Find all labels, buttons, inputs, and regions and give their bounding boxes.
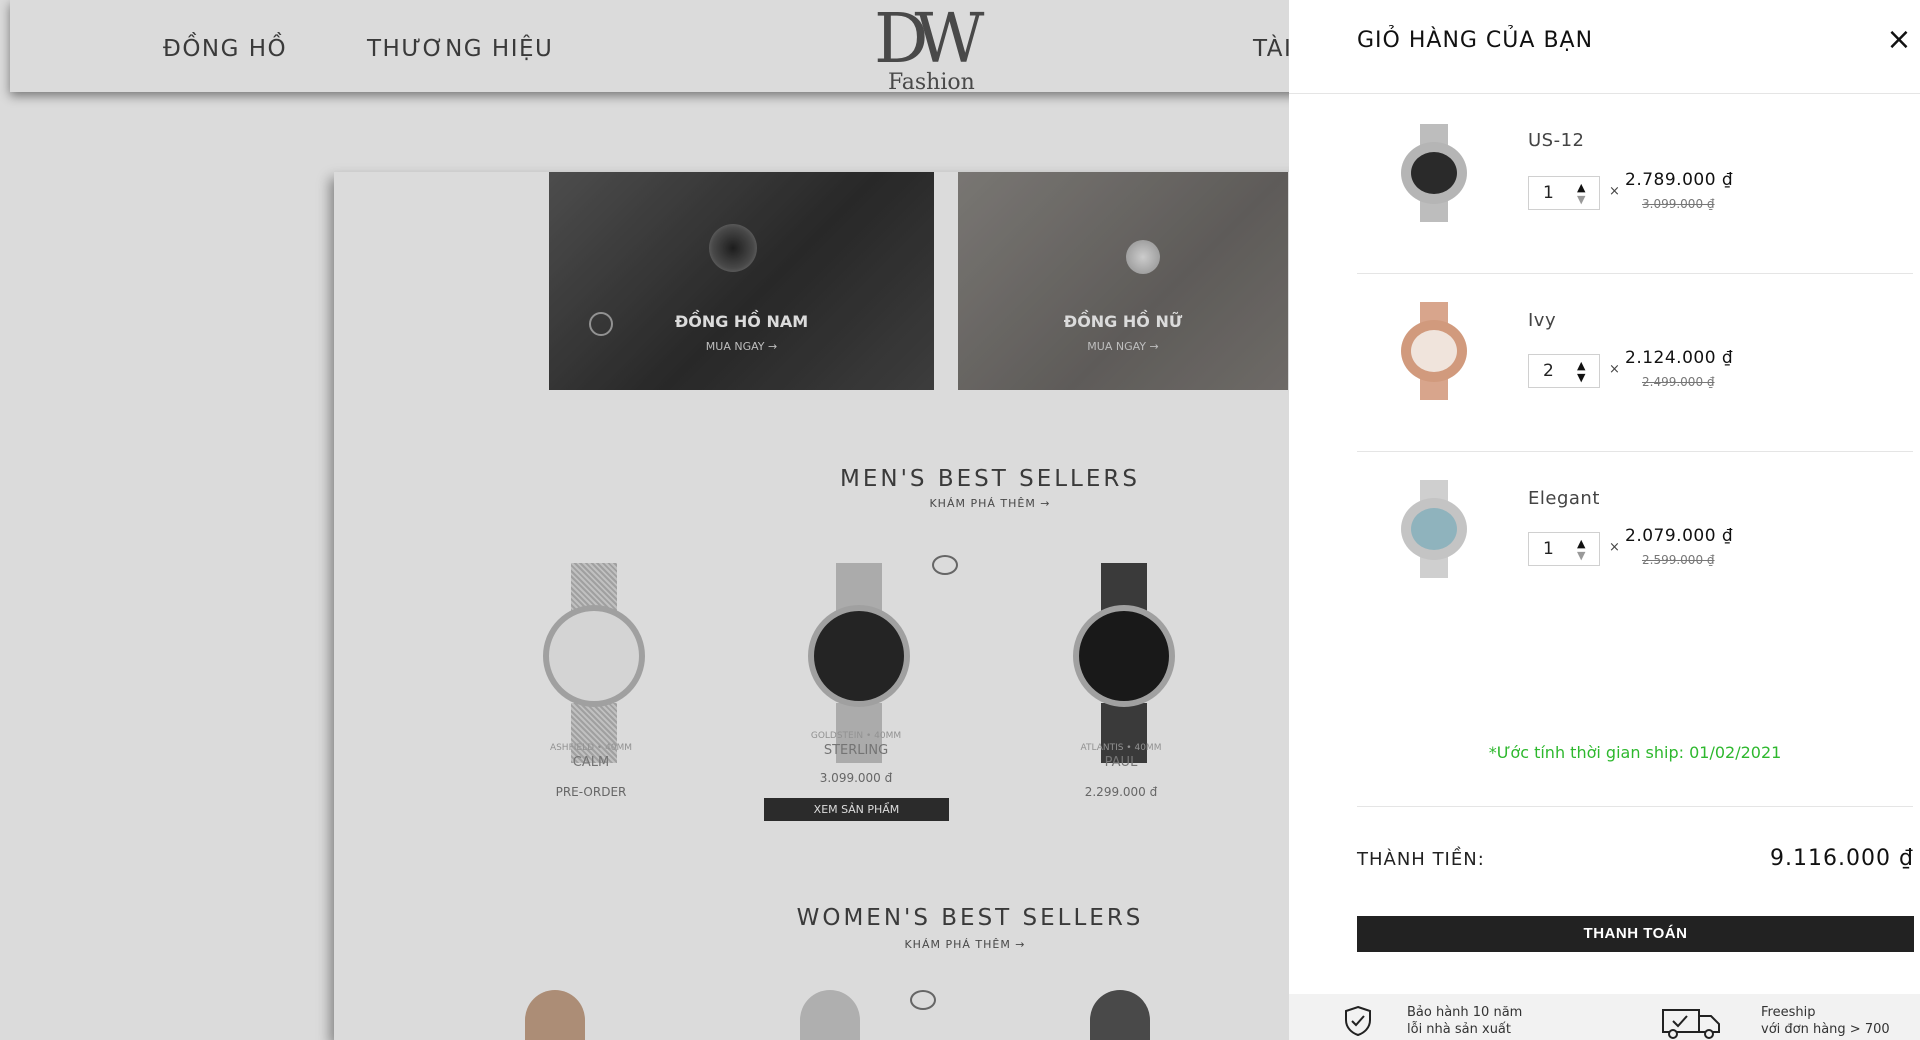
perk-line: Freeship — [1761, 1005, 1816, 1020]
item-price: 2.124.000 ₫ — [1625, 348, 1734, 368]
item-name[interactable]: Elegant — [1528, 488, 1600, 509]
watch-dial-image — [1411, 508, 1457, 550]
quantity-value[interactable]: 1 — [1543, 539, 1554, 559]
total-label: THÀNH TIỀN: — [1357, 849, 1485, 870]
shield-check-icon — [1345, 1005, 1371, 1037]
increment-icon[interactable]: ▲ — [1577, 538, 1585, 549]
cart-drawer: GIỎ HÀNG CỦA BẠN × US-12 1 ▲ ▼ × 2.789.0… — [1289, 0, 1920, 1040]
item-old-price: 2.499.000 ₫ — [1642, 375, 1715, 389]
perk-warranty: Bảo hành 10 năm lỗi nhà sản xuất — [1407, 1004, 1522, 1038]
decrement-icon[interactable]: ▼ — [1577, 372, 1585, 383]
close-icon[interactable]: × — [1883, 24, 1915, 56]
item-price: 2.789.000 ₫ — [1625, 170, 1734, 190]
times-sign: × — [1609, 540, 1620, 555]
quantity-stepper[interactable]: 1 ▲ ▼ — [1528, 176, 1600, 210]
product-thumbnail[interactable] — [1389, 302, 1479, 402]
quantity-value[interactable]: 2 — [1543, 361, 1554, 381]
quantity-stepper[interactable]: 2 ▲ ▼ — [1528, 354, 1600, 388]
product-thumbnail[interactable] — [1389, 480, 1479, 580]
cart-item: Ivy 2 ▲ ▼ × 2.124.000 ₫ 2.499.000 ₫ — [1357, 274, 1913, 452]
times-sign: × — [1609, 362, 1620, 377]
quantity-value[interactable]: 1 — [1543, 183, 1554, 203]
increment-icon[interactable]: ▲ — [1577, 360, 1585, 371]
divider — [1357, 806, 1913, 807]
perk-line: với đơn hàng > 700 — [1761, 1022, 1890, 1037]
cart-title: GIỎ HÀNG CỦA BẠN — [1357, 28, 1594, 53]
times-sign: × — [1609, 184, 1620, 199]
item-old-price: 3.099.000 ₫ — [1642, 197, 1715, 211]
item-old-price: 2.599.000 ₫ — [1642, 553, 1715, 567]
perk-line: Bảo hành 10 năm — [1407, 1005, 1523, 1020]
cart-item: US-12 1 ▲ ▼ × 2.789.000 ₫ 3.099.000 ₫ — [1357, 96, 1913, 274]
perk-freeship: Freeship với đơn hàng > 700 — [1761, 1004, 1890, 1038]
item-name[interactable]: US-12 — [1528, 130, 1585, 151]
perks-bar: Bảo hành 10 năm lỗi nhà sản xuất Freeshi… — [1289, 994, 1920, 1040]
shipping-estimate: *Ước tính thời gian ship: 01/02/2021 — [1488, 743, 1782, 762]
total-value: 9.116.000 ₫ — [1770, 846, 1914, 871]
cart-header: GIỎ HÀNG CỦA BẠN × — [1289, 0, 1920, 94]
watch-dial-image — [1411, 330, 1457, 372]
product-thumbnail[interactable] — [1389, 124, 1479, 224]
increment-icon[interactable]: ▲ — [1577, 182, 1585, 193]
cart-item: Elegant 1 ▲ ▼ × 2.079.000 ₫ 2.599.000 ₫ — [1357, 452, 1913, 630]
decrement-icon[interactable]: ▼ — [1577, 194, 1585, 205]
decrement-icon[interactable]: ▼ — [1577, 550, 1585, 561]
checkout-button[interactable]: THANH TOÁN — [1357, 916, 1914, 952]
item-price: 2.079.000 ₫ — [1625, 526, 1734, 546]
item-name[interactable]: Ivy — [1528, 310, 1556, 331]
watch-dial-image — [1411, 152, 1457, 194]
perk-line: lỗi nhà sản xuất — [1407, 1022, 1511, 1037]
delivery-truck-icon — [1662, 1009, 1720, 1039]
quantity-stepper[interactable]: 1 ▲ ▼ — [1528, 532, 1600, 566]
